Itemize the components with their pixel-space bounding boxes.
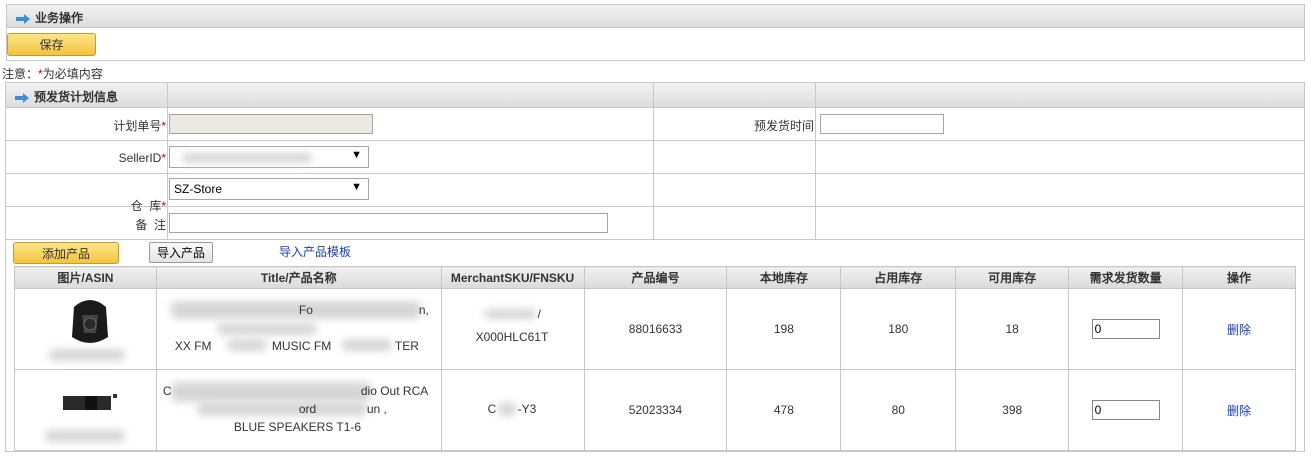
reserved-stock: 180 xyxy=(840,288,957,370)
available-stock: 398 xyxy=(955,369,1070,451)
table-row: C dio Out RCA ord un , BLUE SPEAKERS T1-… xyxy=(14,369,1296,451)
plan-title: 预发货计划信息 xyxy=(34,90,119,104)
dropdown-arrow-icon: ▼ xyxy=(351,181,362,193)
warehouse-label: 仓 库* xyxy=(130,199,166,213)
reserved-stock: 80 xyxy=(840,369,957,451)
ops-title: 业务操作 xyxy=(35,11,84,25)
col-product-no: 产品编号 xyxy=(583,266,728,289)
arrow-right-icon xyxy=(15,92,29,103)
product-title-cell: C dio Out RCA ord un , BLUE SPEAKERS T1-… xyxy=(155,369,442,451)
ship-time-input[interactable] xyxy=(820,114,944,134)
remark-input[interactable] xyxy=(169,213,608,233)
product-image xyxy=(72,300,108,343)
seller-id-label: SellerID* xyxy=(118,151,166,165)
import-product-button[interactable]: 导入产品 xyxy=(149,242,213,263)
ship-time-label: 预发货时间 xyxy=(753,119,814,133)
col-available-stock: 可用库存 xyxy=(955,266,1070,289)
warehouse-select[interactable]: SZ-Store ▼ xyxy=(169,178,369,200)
demand-qty-cell xyxy=(1068,369,1184,451)
actions-cell: 删除 xyxy=(1182,369,1296,451)
seller-id-select[interactable]: ▼ xyxy=(169,146,369,168)
local-stock: 198 xyxy=(726,288,842,370)
col-local-stock: 本地库存 xyxy=(726,266,842,289)
save-button[interactable]: 保存 xyxy=(7,33,96,56)
col-actions: 操作 xyxy=(1182,266,1296,289)
demand-qty-cell xyxy=(1068,288,1184,370)
available-stock: 18 xyxy=(955,288,1070,370)
required-note: 注意：*为必填内容 xyxy=(2,65,103,82)
product-image xyxy=(63,394,117,410)
import-template-link[interactable]: 导入产品模板 xyxy=(279,243,351,260)
note-prefix: 注意： xyxy=(2,67,39,81)
sku-cell: C -Y3 xyxy=(440,369,585,451)
warehouse-value: SZ-Store xyxy=(174,182,223,196)
plan-no-input[interactable] xyxy=(169,114,373,134)
col-image-asin: 图片/ASIN xyxy=(14,266,157,289)
plan-no-label: 计划单号* xyxy=(113,119,166,133)
col-sku: MerchantSKU/FNSKU xyxy=(440,266,585,289)
plan-header: 预发货计划信息 xyxy=(5,82,1305,108)
arrow-right-icon xyxy=(16,13,30,24)
local-stock: 478 xyxy=(726,369,842,451)
add-product-button[interactable]: 添加产品 xyxy=(13,242,119,264)
product-table: 图片/ASIN Title/产品名称 MerchantSKU/FNSKU 产品编… xyxy=(14,266,1296,451)
col-demand-qty: 需求发货数量 xyxy=(1068,266,1184,289)
actions-cell: 删除 xyxy=(1182,288,1296,370)
demand-qty-input[interactable] xyxy=(1091,319,1160,339)
product-title-cell: Fo n, XX FM MUSIC FM TER xyxy=(155,288,442,370)
product-image-cell xyxy=(14,369,157,451)
note-text: 为必填内容 xyxy=(42,67,103,81)
product-no: 88016633 xyxy=(583,288,728,370)
delete-link[interactable]: 删除 xyxy=(1227,404,1251,418)
table-header-row: 图片/ASIN Title/产品名称 MerchantSKU/FNSKU 产品编… xyxy=(14,266,1296,289)
dropdown-arrow-icon: ▼ xyxy=(351,149,362,161)
table-row: Fo n, XX FM MUSIC FM TER / X000HLC61T 88… xyxy=(14,288,1296,370)
ops-header: 业务操作 xyxy=(6,4,1305,28)
col-reserved-stock: 占用库存 xyxy=(840,266,957,289)
col-title: Title/产品名称 xyxy=(155,266,442,289)
product-image-cell xyxy=(14,288,157,370)
product-no: 52023334 xyxy=(583,369,728,451)
sku-cell: / X000HLC61T xyxy=(440,288,585,370)
delete-link[interactable]: 删除 xyxy=(1227,323,1251,337)
remark-label: 备 注 xyxy=(135,218,166,232)
demand-qty-input[interactable] xyxy=(1091,400,1160,420)
